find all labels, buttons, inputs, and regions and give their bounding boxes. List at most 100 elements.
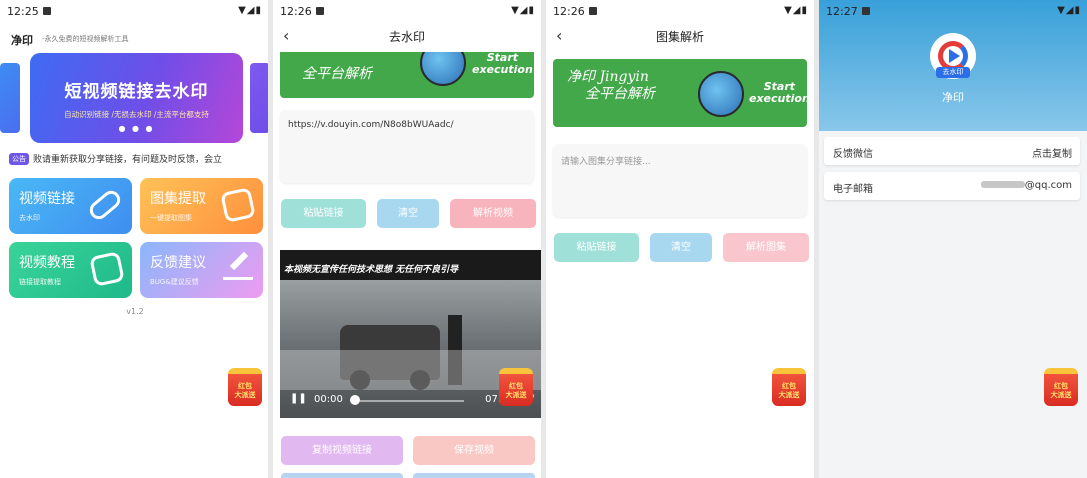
- signal-battery-icon: ▼◢▮: [511, 5, 535, 16]
- email-row[interactable]: 电子邮箱 @qq.com: [824, 172, 1080, 200]
- card-title: 视频教程: [19, 255, 75, 271]
- banner-handwriting: 净印 Jingyin 全平台解析: [567, 69, 655, 103]
- banner-next-peek[interactable]: [250, 63, 268, 133]
- banner-execution-word: execution: [749, 92, 807, 105]
- notification-icon: [862, 7, 870, 15]
- red-packet-button[interactable]: 红包 大派送: [228, 368, 262, 406]
- input-placeholder: 请输入图集分享链接...: [561, 157, 651, 167]
- redpacket-label: 大派送: [505, 391, 527, 399]
- red-packet-button[interactable]: 红包 大派送: [772, 368, 806, 406]
- status-time: 12:27: [826, 5, 858, 18]
- signal-battery-icon: ▼◢▮: [238, 5, 262, 16]
- card-subtitle: 链接提取教程: [19, 278, 61, 286]
- url-value: https://v.douyin.com/N8o8bWUAadc/: [288, 120, 454, 130]
- redpacket-label: 红包: [782, 382, 796, 390]
- redpacket-label: 红包: [509, 382, 523, 390]
- banner-prev-peek[interactable]: [0, 63, 20, 133]
- notice-text: 败请重新获取分享链接，有问题及时反馈，会立: [33, 155, 223, 165]
- notification-icon: [316, 7, 324, 15]
- extra-button-peek[interactable]: [281, 473, 403, 478]
- status-bar: 12:26 ▼◢▮: [546, 0, 814, 22]
- globe-icon: [420, 52, 466, 86]
- seek-knob[interactable]: [350, 395, 360, 405]
- red-packet-button[interactable]: 红包 大派送: [1044, 368, 1078, 406]
- seek-bar[interactable]: [360, 400, 464, 402]
- banner-title: 短视频链接去水印: [64, 82, 209, 102]
- video-tutorial-card[interactable]: 视频教程 链接提取教程: [9, 242, 132, 298]
- notification-icon: [43, 7, 51, 15]
- album-extract-card[interactable]: 图集提取 一键提取图集: [140, 178, 263, 234]
- app-tagline: -永久免费的短视频解析工具: [42, 35, 129, 43]
- card-subtitle: BUG&建议反馈: [150, 278, 199, 286]
- remove-watermark-screen: 12:26 ▼◢▮ ‹ 去水印 全平台解析 Start execution htt…: [273, 0, 541, 478]
- logo-badge: 去水印: [936, 67, 970, 78]
- parse-video-button[interactable]: 解析视频: [450, 199, 536, 228]
- feedback-card[interactable]: 反馈建议 BUG&建议反馈: [140, 242, 263, 298]
- current-time: 00:00: [314, 394, 343, 405]
- wechat-feedback-row[interactable]: 反馈微信 点击复制: [824, 137, 1080, 165]
- page-title: 去水印: [388, 30, 425, 44]
- banner-subtitle: 自动识别链接 /无损去水印 /主流平台都支持: [64, 110, 209, 119]
- status-time: 12:26: [280, 5, 312, 18]
- notice-tag: 公告: [9, 153, 29, 165]
- parse-album-button[interactable]: 解析图集: [723, 233, 809, 262]
- notification-icon: [589, 7, 597, 15]
- status-bar: 12:26 ▼◢▮: [273, 0, 541, 22]
- page-title: 图集解析: [655, 30, 704, 44]
- save-video-button[interactable]: 保存视频: [413, 436, 535, 465]
- redpacket-label: 红包: [238, 382, 252, 390]
- extra-button-peek[interactable]: [413, 473, 535, 478]
- card-subtitle: 去水印: [19, 214, 40, 222]
- promo-banner[interactable]: 短视频链接去水印 自动识别链接 /无损去水印 /主流平台都支持 ● ● ●: [30, 53, 243, 143]
- status-time: 12:25: [7, 5, 39, 18]
- copy-link[interactable]: 点击复制: [1032, 145, 1072, 160]
- header-banner: 净印 Jingyin 全平台解析 Start execution: [553, 59, 807, 127]
- paste-link-button[interactable]: 粘贴链接: [281, 199, 366, 228]
- status-bar: 12:25 ▼◢▮: [0, 0, 268, 22]
- pause-icon[interactable]: ❚❚: [290, 393, 307, 404]
- about-screen: 12:27 ▼◢▮ 去水印 净印 反馈微信 点击复制 电子邮箱 @qq.com …: [819, 0, 1087, 478]
- clear-button[interactable]: 清空: [377, 199, 439, 228]
- status-bar: 12:27 ▼◢▮: [819, 0, 1087, 22]
- email-value: @qq.com: [980, 180, 1072, 191]
- redacted-blur: [980, 181, 1025, 188]
- header-banner: 全平台解析 Start execution: [280, 52, 534, 98]
- redpacket-label: 大派送: [234, 391, 256, 399]
- image-icon: [220, 187, 256, 223]
- version-label: v1.2: [126, 307, 144, 316]
- link-icon: [86, 187, 124, 223]
- play-icon: [949, 49, 960, 63]
- notice-marquee[interactable]: 公告 败请重新获取分享链接，有问题及时反馈，会立: [9, 152, 268, 166]
- banner-start: Start execution: [749, 81, 807, 105]
- player-controls: ❚❚ 00:00 07:54 ⤢: [288, 392, 534, 408]
- url-input[interactable]: https://v.douyin.com/N8o8bWUAadc/: [280, 110, 534, 183]
- home-screen: 12:25 ▼◢▮ 净印 -永久免费的短视频解析工具 短视频链接去水印 自动识别…: [0, 0, 268, 478]
- banner-line-2: 全平台解析: [585, 86, 655, 102]
- banner-start: Start execution: [472, 52, 533, 76]
- redpacket-label: 红包: [1054, 382, 1068, 390]
- row-label: 反馈微信: [833, 149, 873, 160]
- clear-button[interactable]: 清空: [650, 233, 712, 262]
- redpacket-label: 大派送: [778, 391, 800, 399]
- play-icon: [89, 251, 125, 287]
- paste-link-button[interactable]: 粘贴链接: [554, 233, 639, 262]
- album-link-input[interactable]: 请输入图集分享链接...: [553, 144, 807, 217]
- card-title: 视频链接: [19, 191, 75, 207]
- red-packet-button[interactable]: 红包 大派送: [499, 368, 533, 406]
- screenshot-collage: 12:25 ▼◢▮ 净印 -永久免费的短视频解析工具 短视频链接去水印 自动识别…: [0, 0, 1087, 478]
- card-title: 反馈建议: [150, 255, 206, 271]
- banner-line-1: 净印 Jingyin: [567, 69, 649, 85]
- copy-video-link-button[interactable]: 复制视频链接: [281, 436, 403, 465]
- banner-handwriting: 全平台解析: [302, 66, 372, 82]
- redpacket-label: 大派送: [1050, 391, 1072, 399]
- signal-battery-icon: ▼◢▮: [784, 5, 808, 16]
- app-title: 净印: [11, 34, 33, 47]
- status-time: 12:26: [553, 5, 585, 18]
- video-link-card[interactable]: 视频链接 去水印: [9, 178, 132, 234]
- profile-header: 12:27 ▼◢▮ 去水印 净印: [819, 0, 1087, 131]
- edit-icon: [223, 251, 253, 280]
- carousel-dots[interactable]: ● ● ●: [30, 124, 243, 133]
- row-label: 电子邮箱: [833, 184, 873, 195]
- album-parse-screen: 12:26 ▼◢▮ ‹ 图集解析 净印 Jingyin 全平台解析 Start e…: [546, 0, 814, 478]
- app-name: 净印: [942, 91, 964, 104]
